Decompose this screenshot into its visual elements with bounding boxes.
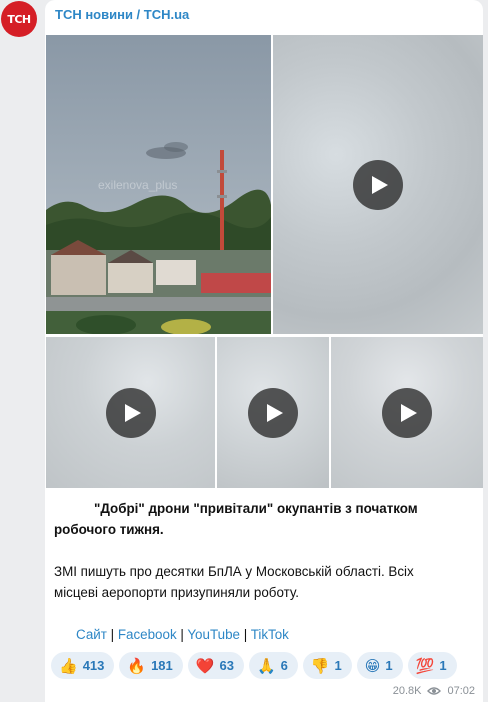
reaction-count: 181 (151, 658, 173, 673)
view-count: 20.8K (392, 685, 422, 697)
pray-icon: 🙏 (256, 656, 276, 675)
video-thumbnail-3[interactable] (217, 337, 329, 488)
reaction-fire[interactable]: 🔥 181 (119, 652, 183, 679)
thumbs-down-icon: 👎 (310, 656, 330, 675)
avatar-text: ТСН (7, 12, 31, 26)
link-separator: | (110, 627, 115, 642)
post-body: ЗМІ пишуть про десятки БпЛА у Московські… (54, 561, 474, 603)
reaction-thumbs-up[interactable]: 👍 413 (51, 652, 115, 679)
thumbs-up-icon: 👍 (59, 656, 78, 675)
message-time: 07:02 (447, 685, 475, 697)
reaction-heart[interactable]: ❤️ 63 (187, 652, 244, 679)
video-thumbnail-2[interactable] (46, 337, 215, 488)
reactions-bar: 👍 413 🔥 181 ❤️ 63 🙏 6 👎 1 😁 1 💯 1 (51, 652, 457, 679)
reaction-grin[interactable]: 😁 1 (356, 652, 403, 679)
play-icon[interactable] (105, 387, 156, 438)
play-icon[interactable] (382, 387, 432, 438)
post-body-line: ЗМІ пишуть про десятки БпЛА у Московські… (54, 564, 414, 579)
channel-avatar[interactable]: ТСН (1, 1, 37, 37)
message-bubble: ТСН новини / TCH.ua exilenova_plus "Добр… (45, 0, 483, 702)
post-title-line: "Добрі" дрони "привітали" окупантів з по… (94, 501, 418, 516)
reaction-count: 6 (280, 658, 288, 673)
facebook-link[interactable]: Facebook (118, 627, 177, 642)
youtube-link[interactable]: YouTube (187, 627, 240, 642)
reaction-hundred[interactable]: 💯 1 (407, 652, 457, 679)
post-title: "Добрі" дрони "привітали" окупантів з по… (54, 498, 474, 540)
tiktok-link[interactable]: TikTok (251, 627, 289, 642)
photo-thumbnail[interactable]: exilenova_plus (46, 35, 271, 334)
video-thumbnail-4[interactable] (331, 337, 483, 488)
eye-icon (427, 687, 442, 695)
reaction-pray[interactable]: 🙏 6 (248, 652, 298, 679)
hundred-icon: 💯 (415, 656, 435, 675)
reaction-count: 1 (439, 658, 447, 673)
reaction-count: 413 (82, 658, 105, 673)
play-icon[interactable] (353, 159, 403, 210)
play-icon[interactable] (248, 387, 298, 438)
message-footer: 20.8K 07:02 (393, 685, 475, 697)
reaction-count: 1 (334, 658, 342, 673)
post-links: Сайт | Facebook | YouTube | TikTok (54, 624, 488, 645)
reaction-thumbs-down[interactable]: 👎 1 (302, 652, 352, 679)
post-body-line: місцеві аеропорти призупиняли роботу. (54, 585, 299, 600)
channel-name[interactable]: ТСН новини / TCH.ua (55, 7, 189, 22)
heart-icon: ❤️ (195, 656, 215, 675)
post-title-line: робочого тижня. (54, 522, 164, 537)
photo-watermark: exilenova_plus (98, 178, 178, 192)
fire-icon: 🔥 (127, 656, 147, 675)
reaction-count: 1 (385, 658, 393, 673)
link-separator: | (180, 627, 184, 642)
grin-icon: 😁 (364, 656, 381, 675)
reaction-count: 63 (219, 658, 234, 673)
link-separator: | (243, 627, 248, 642)
video-thumbnail-1[interactable] (273, 35, 483, 334)
site-link[interactable]: Сайт (76, 627, 107, 642)
